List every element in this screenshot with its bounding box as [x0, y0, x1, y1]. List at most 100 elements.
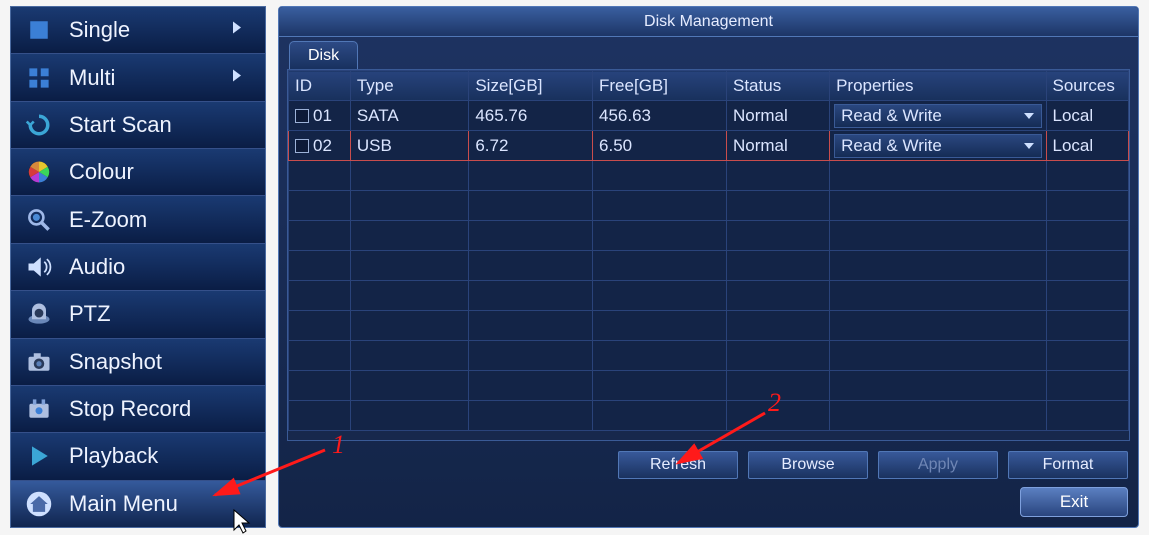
tab-disk[interactable]: Disk: [289, 41, 358, 69]
empty-cell: [1046, 161, 1129, 191]
sidebar-item-label: Colour: [69, 159, 134, 185]
empty-cell: [1046, 401, 1129, 431]
home-icon: [23, 488, 55, 520]
annotation-label-1: 1: [332, 430, 345, 460]
col-header: ID: [289, 71, 351, 101]
empty-cell: [1046, 191, 1129, 221]
empty-cell: [727, 191, 830, 221]
empty-cell: [830, 311, 1046, 341]
cell-free: 456.63: [593, 101, 727, 131]
table-row[interactable]: 01 SATA465.76456.63NormalRead & WriteLoca…: [289, 101, 1129, 131]
empty-cell: [469, 251, 593, 281]
sidebar-item-audio[interactable]: Audio: [11, 244, 265, 291]
properties-select[interactable]: Read & Write: [834, 134, 1041, 158]
empty-cell: [289, 221, 351, 251]
empty-cell: [830, 401, 1046, 431]
browse-button[interactable]: Browse: [748, 451, 868, 479]
sidebar-item-main-menu[interactable]: Main Menu: [11, 481, 265, 527]
empty-cell: [350, 191, 469, 221]
empty-cell: [727, 221, 830, 251]
empty-cell: [289, 161, 351, 191]
disk-table-wrap: IDTypeSize[GB]Free[GB]StatusPropertiesSo…: [287, 69, 1130, 441]
col-header: Status: [727, 71, 830, 101]
empty-cell: [830, 161, 1046, 191]
table-row-empty: [289, 161, 1129, 191]
properties-select[interactable]: Read & Write: [834, 104, 1041, 128]
row-checkbox[interactable]: [295, 109, 309, 123]
id-value: 02: [313, 136, 332, 155]
empty-cell: [289, 191, 351, 221]
empty-cell: [593, 341, 727, 371]
cell-status: Normal: [727, 101, 830, 131]
sidebar-item-label: PTZ: [69, 301, 111, 327]
dropdown-caret-icon: [1023, 111, 1035, 121]
scan-icon: [23, 109, 55, 141]
empty-cell: [469, 371, 593, 401]
sidebar-item-label: Playback: [69, 443, 158, 469]
cell-status: Normal: [727, 131, 830, 161]
cell-id: 02: [289, 131, 351, 161]
cell-type: USB: [350, 131, 469, 161]
table-row-empty: [289, 221, 1129, 251]
play-icon: [23, 440, 55, 472]
sidebar-item-label: Main Menu: [69, 491, 178, 517]
empty-cell: [1046, 341, 1129, 371]
colour-wheel-icon: [23, 156, 55, 188]
empty-cell: [1046, 311, 1129, 341]
empty-cell: [830, 251, 1046, 281]
cell-properties: Read & Write: [830, 131, 1046, 161]
row-checkbox[interactable]: [295, 139, 309, 153]
action-button-row: Refresh Browse Apply Format: [279, 447, 1138, 483]
empty-cell: [350, 341, 469, 371]
empty-cell: [1046, 221, 1129, 251]
sidebar-item-snapshot[interactable]: Snapshot: [11, 339, 265, 386]
table-row-empty: [289, 341, 1129, 371]
cell-sources: Local: [1046, 131, 1129, 161]
empty-cell: [593, 401, 727, 431]
id-value: 01: [313, 106, 332, 125]
sidebar-item-label: Audio: [69, 254, 125, 280]
sidebar-item-label: Start Scan: [69, 112, 172, 138]
sidebar-item-playback[interactable]: Playback: [11, 433, 265, 480]
disk-table: IDTypeSize[GB]Free[GB]StatusPropertiesSo…: [288, 70, 1129, 431]
empty-cell: [1046, 281, 1129, 311]
sidebar-item-start-scan[interactable]: Start Scan: [11, 102, 265, 149]
empty-cell: [350, 221, 469, 251]
cell-id: 01: [289, 101, 351, 131]
empty-cell: [289, 371, 351, 401]
empty-cell: [1046, 251, 1129, 281]
cell-size: 465.76: [469, 101, 593, 131]
apply-button[interactable]: Apply: [878, 451, 998, 479]
sidebar-item-colour[interactable]: Colour: [11, 149, 265, 196]
empty-cell: [1046, 371, 1129, 401]
empty-cell: [727, 161, 830, 191]
exit-button[interactable]: Exit: [1020, 487, 1128, 517]
col-header: Properties: [830, 71, 1046, 101]
cell-type: SATA: [350, 101, 469, 131]
sidebar-item-label: Stop Record: [69, 396, 191, 422]
sidebar-item-label: Multi: [69, 65, 115, 91]
properties-value: Read & Write: [841, 136, 942, 156]
cell-properties: Read & Write: [830, 101, 1046, 131]
cell-sources: Local: [1046, 101, 1129, 131]
multi-view-icon: [23, 62, 55, 94]
sidebar-item-ptz[interactable]: PTZ: [11, 291, 265, 338]
refresh-button[interactable]: Refresh: [618, 451, 738, 479]
sidebar: Single Multi Start Scan Colour E-Zoom Audio PT…: [10, 6, 266, 528]
empty-cell: [593, 311, 727, 341]
table-row-empty: [289, 191, 1129, 221]
sidebar-item-multi[interactable]: Multi: [11, 54, 265, 101]
empty-cell: [469, 281, 593, 311]
sidebar-item-e-zoom[interactable]: E-Zoom: [11, 196, 265, 243]
panel-title: Disk Management: [279, 7, 1138, 37]
cell-size: 6.72: [469, 131, 593, 161]
camera-icon: [23, 346, 55, 378]
empty-cell: [593, 371, 727, 401]
table-row[interactable]: 02USB6.726.50NormalRead & WriteLocal: [289, 131, 1129, 161]
empty-cell: [593, 281, 727, 311]
sidebar-item-stop-record[interactable]: Stop Record: [11, 386, 265, 433]
empty-cell: [593, 221, 727, 251]
sidebar-item-single[interactable]: Single: [11, 7, 265, 54]
format-button[interactable]: Format: [1008, 451, 1128, 479]
table-row-empty: [289, 371, 1129, 401]
